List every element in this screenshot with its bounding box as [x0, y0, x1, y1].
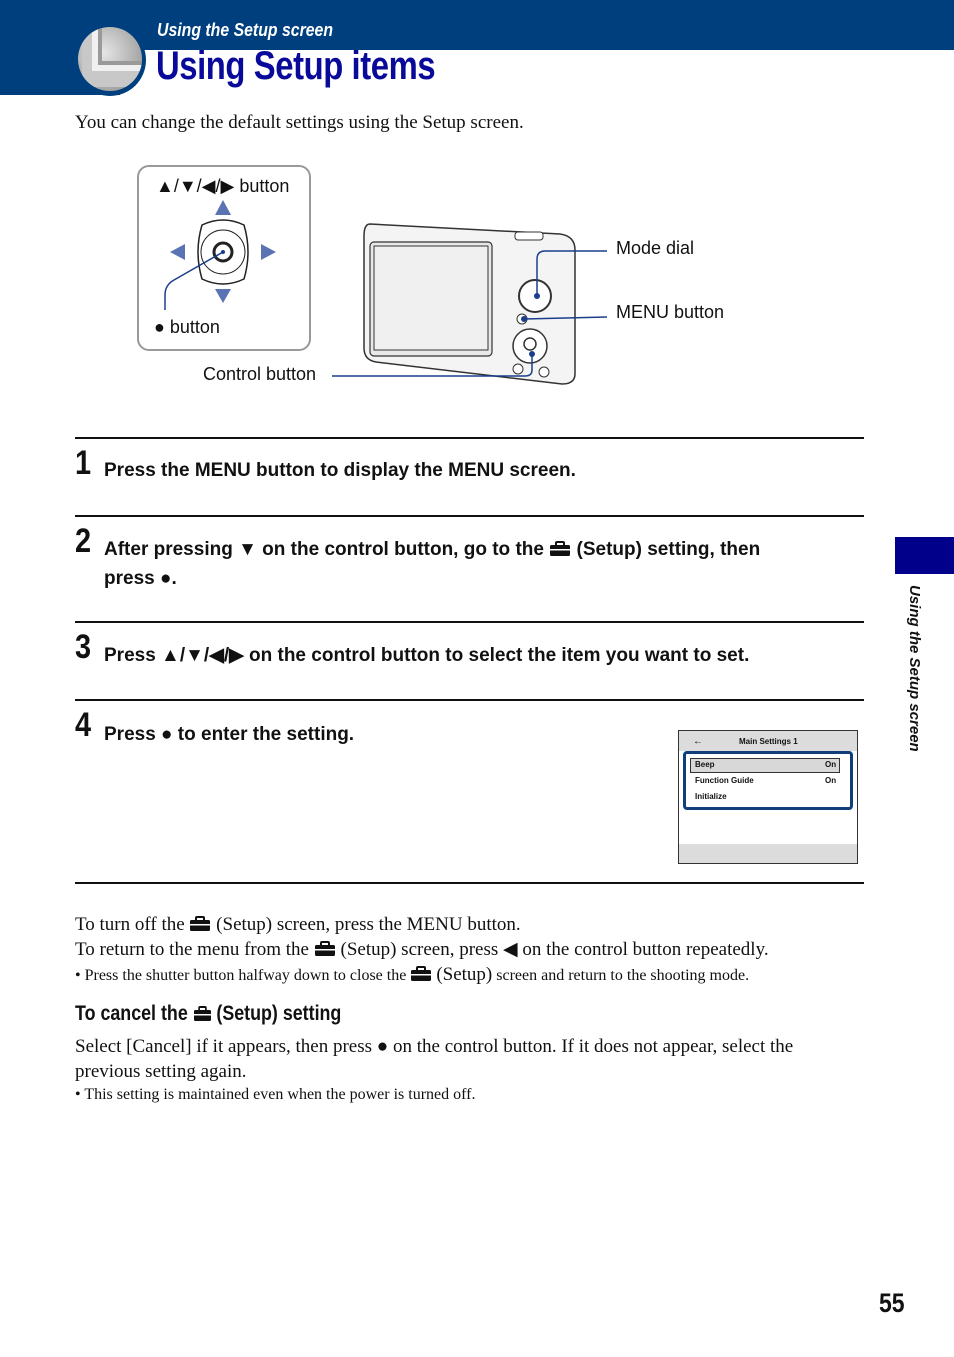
back-arrow-icon: ← — [693, 736, 703, 747]
step-number-4: 4 — [75, 706, 92, 744]
lcd-title: Main Settings 1 — [739, 737, 798, 746]
return-text-a: To return to the menu from the — [75, 939, 309, 960]
section-title: Using the Setup screen — [157, 20, 334, 40]
setup-toolbox-icon — [411, 966, 432, 981]
lcd-item-label: Function Guide — [695, 776, 754, 785]
lcd-item-label: Initialize — [695, 792, 727, 801]
cancel-heading: To cancel the (Setup) setting — [75, 1002, 341, 1026]
shutter-note: • Press the shutter button halfway down … — [75, 964, 749, 986]
side-tab-text: Using the Setup screen — [906, 585, 923, 752]
cancel-heading-a: To cancel the — [75, 1002, 188, 1025]
center-button-label: ● button — [154, 317, 220, 337]
divider — [75, 621, 864, 623]
step-1-text: Press the MENU button to display the MEN… — [104, 460, 576, 481]
menu-button-label: MENU button — [616, 302, 725, 322]
lcd-item-label: Beep — [695, 760, 715, 769]
section-emblem-icon — [78, 27, 142, 91]
setup-toolbox-icon — [193, 1006, 211, 1021]
step-number-2: 2 — [75, 522, 92, 560]
lcd-menu-frame: Beep On Function Guide On Initialize — [683, 751, 853, 810]
return-text-b: (Setup) screen, press ◀ on the control b… — [340, 939, 769, 960]
up-arrow-icon — [215, 200, 231, 215]
shutter-note-b: (Setup) — [436, 964, 493, 985]
page-number: 55 — [879, 1288, 905, 1318]
right-arrow-icon — [261, 244, 276, 260]
setup-toolbox-icon — [550, 541, 571, 556]
return-text: To return to the menu from the (Setup) s… — [75, 937, 769, 962]
step-2-text: After pressing ▼ on the control button, … — [104, 535, 864, 593]
left-arrow-icon — [170, 244, 185, 260]
cancel-note: • This setting is maintained even when t… — [75, 1086, 476, 1103]
camera-illustration — [332, 223, 608, 385]
side-tab-label: Using the Setup screen — [895, 585, 935, 775]
mode-dial-label: Mode dial — [616, 238, 695, 258]
page-title: Using Setup items — [156, 44, 436, 88]
setup-toolbox-icon — [314, 941, 335, 956]
lcd-footer — [679, 844, 857, 863]
arrows-button-label: ▲/▼/◀/▶ button — [156, 176, 290, 196]
step-2-text-b: (Setup) setting, then — [576, 539, 761, 560]
shutter-note-a: • Press the shutter button halfway down … — [75, 967, 407, 984]
lcd-screen-illustration: ← Main Settings 1 Beep On Function Guide… — [678, 730, 858, 864]
control-pad-illustration — [164, 200, 276, 310]
lcd-item-value: On — [825, 760, 837, 769]
divider — [75, 437, 864, 439]
shutter-note-c: screen and return to the shooting mode. — [496, 967, 750, 984]
side-tab-marker — [895, 537, 954, 574]
divider — [75, 515, 864, 517]
turn-off-text-a: To turn off the — [75, 914, 185, 935]
turn-off-text: To turn off the (Setup) screen, press th… — [75, 912, 521, 937]
setup-toolbox-icon — [190, 916, 211, 931]
step-number-3: 3 — [75, 628, 92, 666]
step-2-text-c: press ●. — [104, 568, 177, 589]
divider — [75, 882, 864, 884]
divider — [75, 699, 864, 701]
header-band — [0, 0, 954, 50]
step-2-text-a: After pressing ▼ on the control button, … — [104, 539, 544, 560]
down-arrow-icon — [215, 289, 231, 303]
cancel-heading-b: (Setup) setting — [216, 1002, 342, 1025]
step-3-text: Press ▲/▼/◀/▶ on the control button to s… — [104, 645, 750, 666]
step-number-1: 1 — [75, 444, 92, 482]
intro-text: You can change the default settings usin… — [75, 112, 524, 133]
lcd-item-value: On — [825, 776, 837, 785]
cancel-body: Select [Cancel] if it appears, then pres… — [75, 1036, 794, 1082]
turn-off-text-b: (Setup) screen, press the MENU button. — [216, 914, 521, 935]
step-4-text: Press ● to enter the setting. — [104, 724, 355, 745]
control-button-label: Control button — [203, 364, 317, 384]
